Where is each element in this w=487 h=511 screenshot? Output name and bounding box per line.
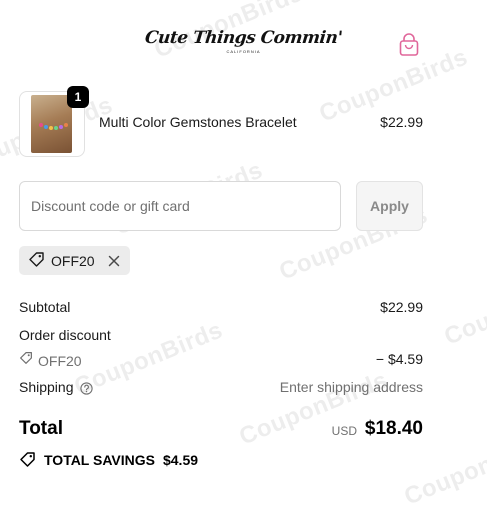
- product-price: $22.99: [380, 114, 423, 130]
- help-icon[interactable]: [79, 379, 93, 395]
- order-discount-value: − $4.59: [375, 351, 423, 367]
- total-currency: USD: [331, 424, 357, 438]
- subtotal-value: $22.99: [380, 299, 423, 315]
- shipping-label: Shipping: [19, 379, 74, 395]
- shopping-bag-icon[interactable]: [398, 33, 420, 57]
- total-amount: $18.40: [364, 418, 423, 439]
- apply-discount-button[interactable]: Apply: [356, 181, 423, 231]
- total-savings-value: $4.59: [162, 451, 199, 468]
- total-savings-row: TOTAL SAVINGS $4.59: [19, 451, 198, 468]
- total-savings-label: TOTAL SAVINGS: [44, 451, 155, 468]
- logo-text: Cute Things Commin': [143, 28, 344, 48]
- shipping-value: Enter shipping address: [279, 379, 423, 395]
- subtotal-label: Subtotal: [19, 299, 71, 315]
- remove-discount-icon[interactable]: [107, 254, 121, 268]
- shipping-row: Shipping: [19, 379, 93, 395]
- product-name: Multi Color Gemstones Bracelet: [99, 114, 297, 130]
- order-discount-code: OFF20: [38, 352, 82, 369]
- applied-discount-code: OFF20: [51, 252, 95, 269]
- order-discount-label: Order discount: [19, 327, 111, 343]
- discount-code-input[interactable]: [19, 181, 341, 231]
- total-label: Total: [19, 418, 63, 439]
- tag-icon: [19, 351, 33, 370]
- watermark: CouponBirds: [440, 266, 487, 351]
- quantity-badge: 1: [67, 86, 89, 108]
- applied-discount-chip: OFF20: [19, 246, 130, 275]
- tag-icon: [28, 251, 45, 271]
- product-image: [31, 95, 72, 153]
- tag-icon: [19, 451, 36, 468]
- order-discount-code-row: OFF20: [19, 351, 82, 370]
